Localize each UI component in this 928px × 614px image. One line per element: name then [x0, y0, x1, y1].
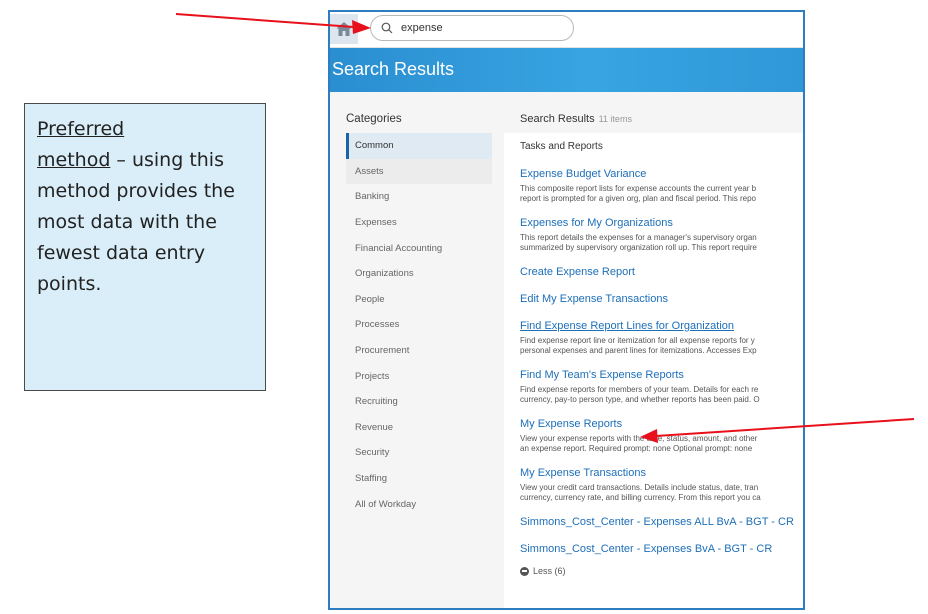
result-link[interactable]: My Expense Reports [520, 418, 622, 430]
result-item: My Expense Transactions View your credit … [520, 463, 803, 503]
result-description: Find expense reports for members of your… [520, 385, 803, 405]
result-description: View your expense reports with the date,… [520, 434, 803, 454]
result-description-line: an expense report. Required prompt: none… [520, 444, 753, 453]
result-link[interactable]: Simmons_Cost_Center - Expenses BvA - BGT… [520, 543, 772, 555]
top-bar [330, 12, 803, 48]
result-link[interactable]: Find Expense Report Lines for Organizati… [520, 320, 734, 332]
result-item: Edit My Expense Transactions [520, 289, 803, 307]
result-link[interactable]: Create Expense Report [520, 266, 635, 278]
result-link[interactable]: Find My Team's Expense Reports [520, 369, 684, 381]
category-item[interactable]: All of Workday [346, 491, 492, 517]
category-item[interactable]: Security [346, 440, 492, 466]
category-item[interactable]: Common [346, 133, 492, 159]
results-heading: Search Results 11 items [520, 113, 632, 125]
result-description-line: View your credit card transactions. Deta… [520, 483, 759, 492]
result-description-line: Find expense reports for members of your… [520, 385, 759, 394]
category-item[interactable]: Procurement [346, 338, 492, 364]
category-item[interactable]: Staffing [346, 466, 492, 492]
result-item: Expense Budget Variance This composite re… [520, 164, 803, 204]
result-description-line: summarized by supervisory organization r… [520, 243, 757, 252]
category-item[interactable]: Expenses [346, 210, 492, 236]
category-item[interactable]: Revenue [346, 415, 492, 441]
result-item: Simmons_Cost_Center - Expenses BvA - BGT… [520, 539, 803, 557]
home-icon [336, 22, 352, 36]
home-button[interactable] [330, 14, 358, 44]
results-count: 11 items [598, 114, 632, 124]
tasks-and-reports-heading: Tasks and Reports [520, 141, 603, 152]
results-list: Expense Budget Variance This composite re… [520, 164, 803, 557]
result-item: Simmons_Cost_Center - Expenses ALL BvA -… [520, 512, 803, 530]
result-item: Expenses for My Organizations This report… [520, 213, 803, 253]
category-item[interactable]: Banking [346, 184, 492, 210]
page-title: Search Results [332, 59, 455, 79]
result-description: View your credit card transactions. Deta… [520, 483, 803, 503]
result-description-line: report is prompted for a given org, plan… [520, 194, 756, 203]
result-link[interactable]: Edit My Expense Transactions [520, 293, 668, 305]
result-description-line: This report details the expenses for a m… [520, 233, 757, 242]
callout-title-line2: method [37, 149, 111, 171]
result-description-line: This composite report lists for expense … [520, 184, 757, 193]
category-item[interactable]: Assets [346, 158, 492, 185]
less-label: Less (6) [533, 566, 566, 576]
result-description-line: currency, currency rate, and billing cur… [520, 493, 761, 502]
minus-circle-icon [520, 566, 529, 576]
result-item: Find Expense Report Lines for Organizati… [520, 316, 803, 356]
callout-box: Preferred method – using this method pro… [24, 103, 266, 391]
result-description-line: currency, pay-to person type, and whethe… [520, 395, 760, 404]
result-description-line: Find expense report line or itemization … [520, 336, 755, 345]
result-description-line: personal expenses and parent lines for i… [520, 346, 757, 355]
callout-title-line1: Preferred [37, 118, 125, 140]
result-item: My Expense Reports View your expense repo… [520, 414, 803, 454]
category-item[interactable]: Financial Accounting [346, 235, 492, 261]
less-toggle[interactable]: Less (6) [520, 566, 803, 576]
result-description-line: View your expense reports with the date,… [520, 434, 758, 443]
results-panel: Tasks and Reports Expense Budget Varianc… [504, 133, 803, 608]
category-item[interactable]: Processes [346, 312, 492, 338]
result-link[interactable]: Expense Budget Variance [520, 168, 646, 180]
results-title: Search Results [520, 113, 595, 125]
result-link[interactable]: My Expense Transactions [520, 467, 646, 479]
search-icon [381, 22, 393, 34]
categories-heading: Categories [346, 113, 402, 125]
result-description: This report details the expenses for a m… [520, 233, 803, 253]
workday-window: Search Results Categories CommonAssetsBa… [328, 10, 805, 610]
result-link[interactable]: Simmons_Cost_Center - Expenses ALL BvA -… [520, 516, 794, 528]
page-header: Search Results [330, 48, 803, 92]
search-input[interactable] [399, 21, 553, 35]
result-description: Find expense report line or itemization … [520, 336, 803, 356]
result-item: Find My Team's Expense Reports Find expen… [520, 365, 803, 405]
results-body: Categories Common Assets Banking Expenses Fi… [330, 92, 803, 608]
categories-list: Common Assets Banking Expenses Financial Acc… [346, 133, 492, 517]
category-item[interactable]: Projects [346, 363, 492, 389]
category-item[interactable]: Organizations [346, 261, 492, 287]
result-description: This composite report lists for expense … [520, 184, 803, 204]
category-item[interactable]: Recruiting [346, 389, 492, 415]
category-item[interactable]: People [346, 287, 492, 313]
result-link[interactable]: Expenses for My Organizations [520, 217, 673, 229]
search-box[interactable] [370, 15, 574, 41]
result-item: Create Expense Report [520, 262, 803, 280]
